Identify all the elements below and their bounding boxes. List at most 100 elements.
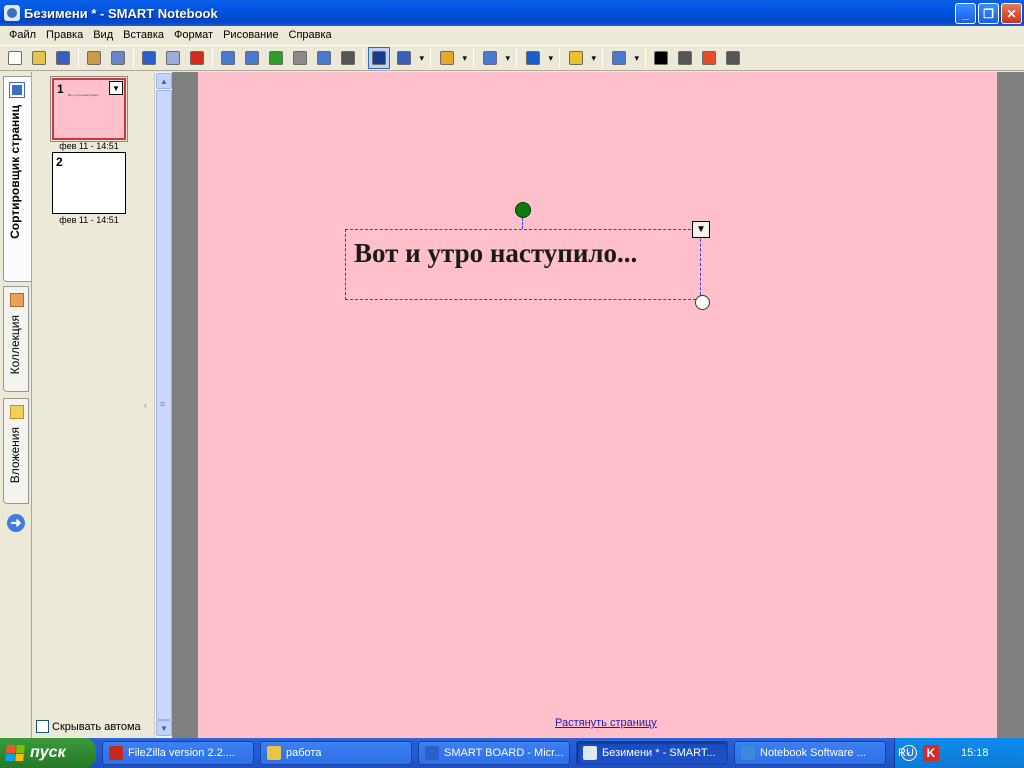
delete-button[interactable] [186,47,208,69]
page-margin-left [172,72,198,738]
side-tabs: Сортировщик страниц Коллекция Вложения ➜ [0,72,32,738]
toolbar-separator [473,48,474,68]
word-icon [425,746,439,760]
scroll-up-button[interactable]: ▲ [156,73,172,89]
start-button[interactable]: пуск [0,738,96,768]
page-margin-right [997,72,1024,738]
full-screen-icon [317,51,331,65]
menu-draw[interactable]: Рисование [218,29,283,41]
menu-insert[interactable]: Вставка [118,29,169,41]
folder-icon [267,746,281,760]
taskbar-item[interactable]: Безимени * - SMART... [576,741,728,765]
text-object[interactable]: Вот и утро наступило... [345,229,701,300]
language-indicator[interactable]: RU [898,747,914,759]
menu-bar: Файл Правка Вид Вставка Формат Рисование… [0,26,1024,44]
kaspersky-icon[interactable]: K [923,745,939,761]
undo-button[interactable] [138,47,160,69]
smart-notebook-window: Безимени * - SMART Notebook _ ❐ ✕ Файл П… [0,0,1024,768]
auto-hide-checkbox[interactable]: Скрывать автома [36,720,142,733]
table-button[interactable] [289,47,311,69]
eraser-button[interactable] [478,47,512,69]
thumbnail-text: Вот и утро наступило... [68,93,101,97]
restore-button[interactable]: ❐ [978,3,999,24]
page-sorter-icon [9,82,25,98]
properties-button[interactable] [722,47,744,69]
line-style-button[interactable] [674,47,696,69]
arrow-right-icon[interactable]: ➜ [7,514,25,532]
taskbar-item-label: Безимени * - SMART... [602,747,716,759]
window-controls: _ ❐ ✕ [955,3,1022,24]
object-menu-button[interactable]: ▼ [692,221,710,238]
menu-edit[interactable]: Правка [41,29,88,41]
close-button[interactable]: ✕ [1001,3,1022,24]
scroll-thumb[interactable] [156,90,172,720]
rotate-handle[interactable] [515,202,531,218]
taskbar-item[interactable]: Notebook Software ... [734,741,886,765]
screen-shade-button[interactable] [107,47,129,69]
add-page-button[interactable] [265,47,287,69]
toolbar-separator [516,48,517,68]
menu-view[interactable]: Вид [88,29,118,41]
smart-notebook-icon [583,746,597,760]
minimize-button[interactable]: _ [955,3,976,24]
vertical-scrollbar[interactable]: ▲ ▼ [154,72,172,738]
full-screen-button[interactable] [313,47,335,69]
taskbar-item[interactable]: SMART BOARD - Micr... [418,741,570,765]
magic-wand-icon [111,51,125,65]
notebook-page[interactable]: Вот и утро наступило... ▼ Растянуть стра… [198,72,997,738]
windows-logo-icon [5,745,25,761]
tab-gallery[interactable]: Коллекция [3,286,29,392]
line-button[interactable] [521,47,555,69]
open-button[interactable] [28,47,50,69]
main-toolbar [0,45,1024,71]
toolbar-separator [363,48,364,68]
tab-attachments-label: Вложения [8,427,22,484]
tab-page-sorter[interactable]: Сортировщик страниц [3,76,31,282]
tab-attachments[interactable]: Вложения [3,398,29,504]
paste-button[interactable] [83,47,105,69]
redo-button[interactable] [162,47,184,69]
new-document-icon [8,51,22,65]
menu-file[interactable]: Файл [4,29,41,41]
taskbar-item[interactable]: работа [260,741,412,765]
toolbar-separator [645,48,646,68]
select-button[interactable] [368,47,390,69]
page-thumbnail-2[interactable]: 2 фев 11 - 14:51 [52,152,126,225]
eraser-icon [483,51,497,65]
stretch-page-link[interactable]: Растянуть страницу [555,717,657,729]
pen-icon [397,51,411,65]
page-thumbnail-1[interactable]: 1 Вот и утро наступило... ▼ фев 11 - 14:… [50,76,128,151]
line-color-button[interactable] [650,47,672,69]
window-title: Безимени * - SMART Notebook [24,5,218,21]
pen-button[interactable] [392,47,426,69]
toolbar-separator [559,48,560,68]
fill-effects-button[interactable] [698,47,720,69]
page-date: фев 11 - 14:51 [59,141,119,151]
scroll-down-button[interactable]: ▼ [156,720,172,736]
menu-help[interactable]: Справка [284,29,337,41]
filezilla-icon [109,746,123,760]
text-object-content[interactable]: Вот и утро наступило... [354,238,637,269]
fill-button[interactable] [607,47,641,69]
checkbox-box[interactable] [36,720,49,733]
resize-handle[interactable] [695,295,710,310]
taskbar-item-label: SMART BOARD - Micr... [444,747,564,759]
undo-icon [142,51,156,65]
shapes-button[interactable] [564,47,598,69]
panel-splitter[interactable]: ‹ [142,72,154,738]
new-page-button[interactable] [4,47,26,69]
prev-page-button[interactable] [217,47,239,69]
next-page-button[interactable] [241,47,263,69]
page-number: 2 [56,155,63,169]
clock: 15:18 [961,747,989,759]
menu-format[interactable]: Формат [169,29,218,41]
toolbar-separator [430,48,431,68]
internet-explorer-icon [741,746,755,760]
save-button[interactable] [52,47,74,69]
taskbar-item[interactable]: FileZilla version 2.2.... [102,741,254,765]
previous-page-icon [221,51,235,65]
page-date: фев 11 - 14:51 [59,215,119,225]
camera-button[interactable] [337,47,359,69]
creative-pen-button[interactable] [435,47,469,69]
thumbnail-menu-button[interactable]: ▼ [109,81,123,95]
